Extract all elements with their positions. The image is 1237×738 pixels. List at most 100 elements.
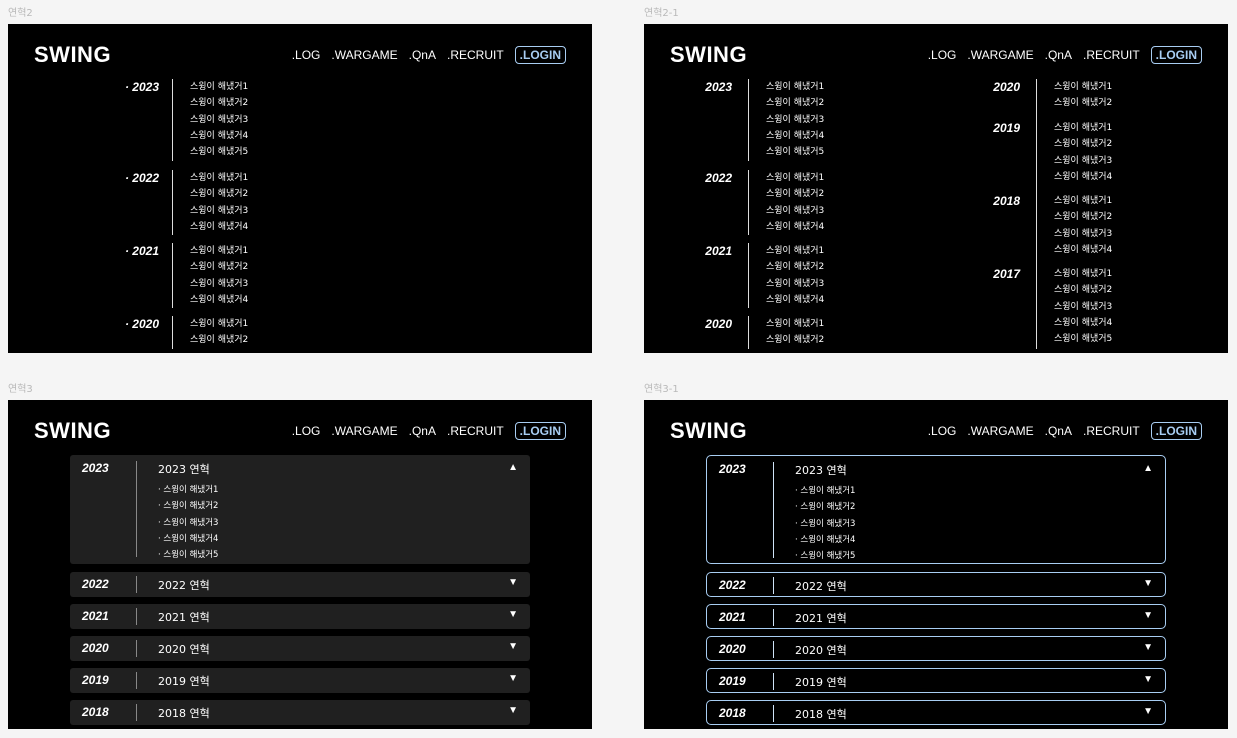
nav-log-link[interactable]: .LOG: [928, 48, 957, 62]
accordion-divider: [773, 462, 774, 558]
timeline-item: 스윙이 해냈거1: [190, 246, 249, 256]
timeline-item: 스윙이 해냈거4: [1054, 317, 1113, 328]
timeline-divider: [172, 79, 173, 161]
chevron-down-icon[interactable]: ▼: [508, 705, 518, 716]
frame-label-history3: 연혁3: [8, 384, 33, 395]
accordion-divider: [773, 673, 774, 690]
accordion-item: · 스윙이 해냈거2: [795, 502, 856, 513]
chevron-down-icon[interactable]: ▼: [1143, 674, 1153, 685]
chevron-down-icon[interactable]: ▼: [1143, 642, 1153, 653]
accordion-year: 2019: [82, 673, 109, 687]
nav-recruit-link[interactable]: .RECRUIT: [447, 48, 504, 62]
timeline-item: 스윙이 해냈거3: [766, 205, 825, 216]
logo[interactable]: SWING: [34, 418, 111, 444]
accordion-title: 2020 연혁: [158, 643, 210, 656]
chevron-down-icon[interactable]: ▼: [508, 673, 518, 684]
chevron-down-icon[interactable]: ▼: [1143, 578, 1153, 589]
accordion-panel-collapsed[interactable]: 2018 2018 연혁 ▼: [70, 700, 530, 725]
timeline-divider: [748, 170, 749, 236]
chevron-down-icon[interactable]: ▼: [508, 609, 518, 620]
login-button[interactable]: .LOGIN: [514, 46, 566, 64]
nav-log-link[interactable]: .LOG: [292, 424, 321, 438]
chevron-up-icon[interactable]: ▲: [1143, 463, 1153, 474]
timeline-item-list: 스윙이 해냈거1 스윙이 해냈거2: [190, 316, 248, 349]
accordion-panel-collapsed[interactable]: 2018 2018 연혁 ▼: [706, 700, 1166, 725]
timeline-item: 스윙이 해냈거3: [1054, 228, 1113, 239]
accordion-panel-collapsed[interactable]: 2021 2021 연혁 ▼: [70, 604, 530, 629]
accordion-divider: [136, 672, 137, 689]
timeline-item: 스윙이 해냈거4: [190, 294, 249, 305]
chevron-up-icon[interactable]: ▲: [508, 462, 518, 473]
timeline-year: 2020: [993, 80, 1020, 94]
nav-wargame-link[interactable]: .WARGAME: [331, 48, 397, 62]
accordion-panel-collapsed[interactable]: 2022 2022 연혁 ▼: [706, 572, 1166, 597]
chevron-down-icon[interactable]: ▼: [1143, 610, 1153, 621]
timeline-year: 2020: [705, 317, 732, 331]
timeline-divider: [748, 316, 749, 349]
accordion-panel-collapsed[interactable]: 2021 2021 연혁 ▼: [706, 604, 1166, 629]
accordion-year: 2018: [719, 706, 746, 720]
frame-label-history2: 연혁2: [8, 8, 33, 19]
nav-wargame-link[interactable]: .WARGAME: [967, 48, 1033, 62]
nav-log-link[interactable]: .LOG: [928, 424, 957, 438]
accordion-item: · 스윙이 해냈거4: [158, 533, 219, 544]
timeline-item: 스윙이 해냈거2: [1054, 212, 1113, 223]
nav-wargame-link[interactable]: .WARGAME: [331, 424, 397, 438]
timeline-item-list: 스윙이 해냈거1 스윙이 해냈거2 스윙이 해냈거3 스윙이 해냈거4: [190, 243, 248, 308]
accordion-title: 2020 연혁: [795, 644, 847, 657]
timeline-item: 스윙이 해냈거4: [766, 130, 825, 141]
timeline-year: · 2022: [124, 171, 159, 185]
accordion-divider: [773, 609, 774, 626]
nav-qna-link[interactable]: .QnA: [1045, 424, 1072, 438]
timeline-item: 스윙이 해냈거1: [766, 82, 825, 92]
timeline-item-list: 스윙이 해냈거1 스윙이 해냈거2 스윙이 해냈거3 스윙이 해냈거4 스윙이 해냈거5: [1054, 266, 1112, 347]
login-button[interactable]: .LOGIN: [1150, 46, 1202, 64]
logo[interactable]: SWING: [670, 418, 747, 444]
accordion-panel-open[interactable]: 2023 2023 연혁 ▲ · 스윙이 해냈거1 · 스윙이 해냈거2 · 스윙이 해냈…: [70, 455, 530, 564]
timeline-item: 스윙이 해냈거4: [766, 294, 825, 305]
login-button[interactable]: .LOGIN: [1150, 422, 1202, 440]
nav-recruit-link[interactable]: .RECRUIT: [1083, 424, 1140, 438]
timeline-item: 스윙이 해냈거3: [766, 278, 825, 289]
main-nav: .LOG .WARGAME .QnA .RECRUIT .LOGIN: [292, 46, 566, 64]
login-button[interactable]: .LOGIN: [514, 422, 566, 440]
nav-qna-link[interactable]: .QnA: [1045, 48, 1072, 62]
timeline-item-list: 스윙이 해냈거1 스윙이 해냈거2 스윙이 해냈거3 스윙이 해냈거4: [190, 170, 248, 235]
timeline-item: 스윙이 해냈거2: [190, 262, 249, 273]
accordion-panel-collapsed[interactable]: 2020 2020 연혁 ▼: [70, 636, 530, 661]
accordion-item: · 스윙이 해냈거5: [795, 551, 856, 562]
chevron-down-icon[interactable]: ▼: [508, 641, 518, 652]
frame-history2: SWING .LOG .WARGAME .QnA .RECRUIT .LOGIN · 202…: [8, 24, 592, 353]
timeline-year: · 2023: [124, 80, 159, 94]
accordion-year: 2020: [719, 642, 746, 656]
accordion-panel-collapsed[interactable]: 2019 2019 연혁 ▼: [706, 668, 1166, 693]
accordion-title: 2019 연혁: [795, 676, 847, 689]
accordion-title: 2018 연혁: [158, 707, 210, 720]
timeline-item: 스윙이 해냈거1: [766, 173, 825, 183]
nav-wargame-link[interactable]: .WARGAME: [967, 424, 1033, 438]
nav-recruit-link[interactable]: .RECRUIT: [447, 424, 504, 438]
accordion-panel-collapsed[interactable]: 2020 2020 연혁 ▼: [706, 636, 1166, 661]
accordion-year: 2023: [82, 461, 109, 475]
timeline-item: 스윙이 해냈거3: [190, 278, 249, 289]
accordion-divider: [773, 705, 774, 722]
nav-qna-link[interactable]: .QnA: [409, 48, 436, 62]
frame-history3-1: SWING .LOG .WARGAME .QnA .RECRUIT .LOGIN 2023 2…: [644, 400, 1228, 729]
logo[interactable]: SWING: [34, 42, 111, 68]
site-header: SWING .LOG .WARGAME .QnA .RECRUIT .LOGIN: [644, 24, 1228, 84]
accordion-item: · 스윙이 해냈거3: [158, 517, 219, 528]
nav-log-link[interactable]: .LOG: [292, 48, 321, 62]
chevron-down-icon[interactable]: ▼: [1143, 706, 1153, 717]
nav-recruit-link[interactable]: .RECRUIT: [1083, 48, 1140, 62]
timeline-divider: [748, 243, 749, 309]
timeline-item: 스윙이 해냈거1: [190, 319, 249, 329]
accordion-panel-open[interactable]: 2023 2023 연혁 ▲ · 스윙이 해냈거1 · 스윙이 해냈거2 · 스윙이 해냈…: [706, 455, 1166, 564]
logo[interactable]: SWING: [670, 42, 747, 68]
accordion-year: 2018: [82, 705, 109, 719]
accordion-panel-collapsed[interactable]: 2019 2019 연혁 ▼: [70, 668, 530, 693]
site-header: SWING .LOG .WARGAME .QnA .RECRUIT .LOGIN: [8, 24, 592, 84]
chevron-down-icon[interactable]: ▼: [508, 577, 518, 588]
accordion-panel-collapsed[interactable]: 2022 2022 연혁 ▼: [70, 572, 530, 597]
timeline-item-list: 스윙이 해냈거1 스윙이 해냈거2: [1054, 79, 1112, 112]
nav-qna-link[interactable]: .QnA: [409, 424, 436, 438]
